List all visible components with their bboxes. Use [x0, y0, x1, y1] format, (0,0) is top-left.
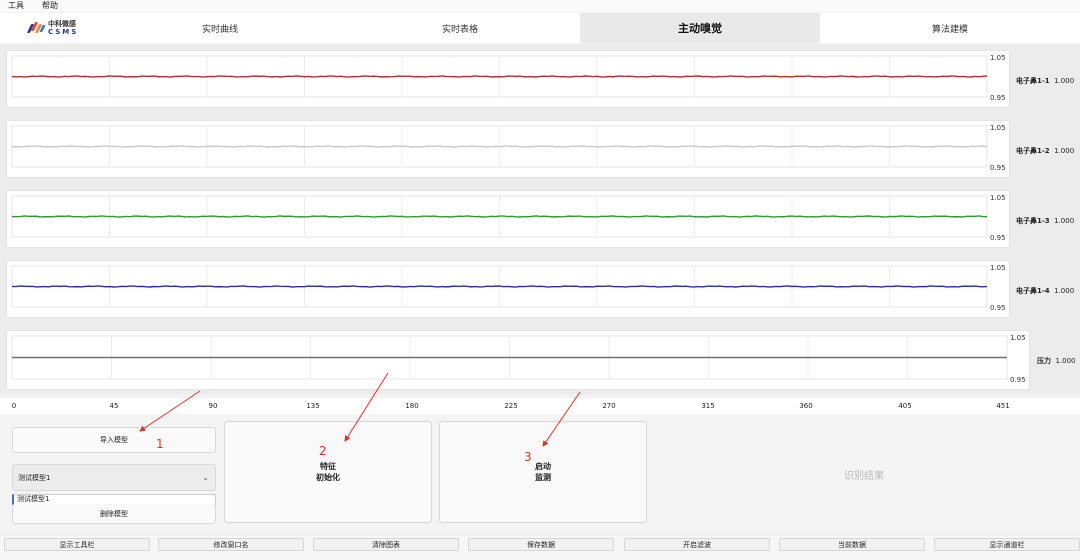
x-tick: 451	[996, 402, 1010, 410]
annotation-number-1: 1	[156, 437, 164, 451]
recognition-result: 识别结果	[844, 470, 884, 482]
logo: 中科微感 CSMS	[0, 13, 100, 43]
channel-name: 电子鼻1-4	[1016, 287, 1050, 295]
channel-label-4: 电子鼻1-4 1.000	[1016, 286, 1074, 296]
annotation-number-3: 3	[524, 450, 532, 464]
channel-name: 电子鼻1-2	[1016, 147, 1050, 155]
logo-en: CSMS	[48, 28, 79, 36]
tab-algorithm-modeling[interactable]: 算法建模	[820, 13, 1080, 43]
chart-plot-4: 1.05 0.95	[11, 264, 1006, 312]
channel-name: 电子鼻1-1	[1016, 77, 1050, 85]
bottom-toolbar: 显示工具栏 修改窗口名 清除图表 保存数据 开启滤波 当前数据 显示通道栏	[0, 536, 1080, 560]
model-select[interactable]: 测试模型1 ⌄	[12, 464, 216, 491]
model-box: 导入模型 测试模型1 ⌄ 测试模型1 删除模型	[8, 420, 218, 528]
save-data-button[interactable]: 保存数据	[468, 538, 614, 551]
chart-channel-3: 1.05 0.95	[6, 190, 1010, 248]
feature-init-line-1: 特征	[320, 462, 336, 471]
y-tick-max: 1.05	[1010, 334, 1026, 342]
x-tick: 270	[602, 402, 616, 410]
feature-init-button[interactable]: 特征 初始化	[224, 421, 432, 523]
x-tick: 0	[11, 402, 17, 410]
channel-label-1: 电子鼻1-1 1.000	[1016, 76, 1074, 86]
menu-bar: 工具 帮助	[0, 0, 1080, 12]
chart-plot-2: 1.05 0.95	[11, 124, 1006, 172]
channel-value: 1.000	[1055, 357, 1076, 365]
logo-mark-icon	[26, 21, 46, 35]
current-data-button[interactable]: 当前数据	[779, 538, 925, 551]
start-monitor-line-2: 监测	[535, 473, 551, 482]
y-tick-max: 1.05	[990, 54, 1006, 62]
chart-channel-2: 1.05 0.95	[6, 120, 1010, 178]
model-select-value: 测试模型1	[18, 473, 51, 482]
x-tick: 90	[208, 402, 218, 410]
start-monitor-line-1: 启动	[535, 462, 551, 471]
chart-channel-4: 1.05 0.95	[6, 260, 1010, 318]
x-tick: 45	[109, 402, 119, 410]
chart-plot-5: 1.05 0.95	[11, 334, 1026, 384]
x-tick: 225	[504, 402, 518, 410]
chevron-down-icon: ⌄	[202, 473, 209, 482]
channel-value: 1.000	[1054, 147, 1075, 155]
y-tick-max: 1.05	[990, 124, 1006, 132]
y-tick-max: 1.05	[990, 264, 1006, 272]
channel-name: 压力	[1037, 357, 1051, 365]
menu-tools[interactable]: 工具	[8, 2, 24, 10]
chart-plot-3: 1.05 0.95	[11, 194, 1006, 242]
show-toolbar-button[interactable]: 显示工具栏	[4, 538, 150, 551]
show-channel-bar-button[interactable]: 显示通道栏	[934, 538, 1080, 551]
channel-label-5: 压力 1.000	[1037, 356, 1076, 366]
x-tick: 135	[306, 402, 320, 410]
y-tick-min: 0.95	[990, 94, 1006, 102]
x-tick: 180	[405, 402, 419, 410]
logo-cn: 中科微感	[48, 20, 76, 28]
tab-active-olfaction[interactable]: 主动嗅觉	[580, 13, 820, 43]
start-monitor-button[interactable]: 启动 监测	[439, 421, 647, 523]
channel-value: 1.000	[1054, 287, 1075, 295]
tab-realtime-table[interactable]: 实时表格	[340, 13, 580, 43]
control-panel: 导入模型 测试模型1 ⌄ 测试模型1 删除模型 特征初始化 启动监测 识别结果	[0, 414, 1080, 532]
chart-plot-1: 1.05 0.95	[11, 54, 1006, 102]
y-tick-min: 0.95	[1010, 376, 1026, 384]
clear-charts-button[interactable]: 清除图表	[313, 538, 459, 551]
y-tick-min: 0.95	[990, 234, 1006, 242]
y-tick-min: 0.95	[990, 164, 1006, 172]
menu-help[interactable]: 帮助	[42, 2, 58, 10]
y-tick-min: 0.95	[990, 304, 1006, 312]
chart-area: 1.05 0.95 电子鼻1-1 1.000 1.05 0.95 电子鼻1-2 1.…	[0, 44, 1080, 394]
x-tick: 315	[701, 402, 715, 410]
rename-window-button[interactable]: 修改窗口名	[158, 538, 304, 551]
annotation-number-2: 2	[319, 444, 327, 458]
channel-label-3: 电子鼻1-3 1.000	[1016, 216, 1074, 226]
tab-realtime-curve[interactable]: 实时曲线	[100, 13, 340, 43]
chart-channel-5: 1.05 0.95	[6, 330, 1030, 390]
y-tick-max: 1.05	[990, 194, 1006, 202]
chart-channel-1: 1.05 0.95	[6, 50, 1010, 108]
import-model-button[interactable]: 导入模型	[12, 427, 216, 453]
enable-filter-button[interactable]: 开启滤波	[624, 538, 770, 551]
x-axis: 0 45 90 135 180 225 270 315 360 405 451	[0, 398, 1080, 414]
channel-name: 电子鼻1-3	[1016, 217, 1050, 225]
x-tick: 405	[898, 402, 912, 410]
header: 中科微感 CSMS 实时曲线 实时表格 主动嗅觉 算法建模	[0, 13, 1080, 43]
channel-label-2: 电子鼻1-2 1.000	[1016, 146, 1074, 156]
feature-init-line-2: 初始化	[316, 473, 340, 482]
channel-value: 1.000	[1054, 77, 1075, 85]
delete-model-button[interactable]: 删除模型	[12, 504, 216, 524]
channel-value: 1.000	[1054, 217, 1075, 225]
x-tick: 360	[799, 402, 813, 410]
